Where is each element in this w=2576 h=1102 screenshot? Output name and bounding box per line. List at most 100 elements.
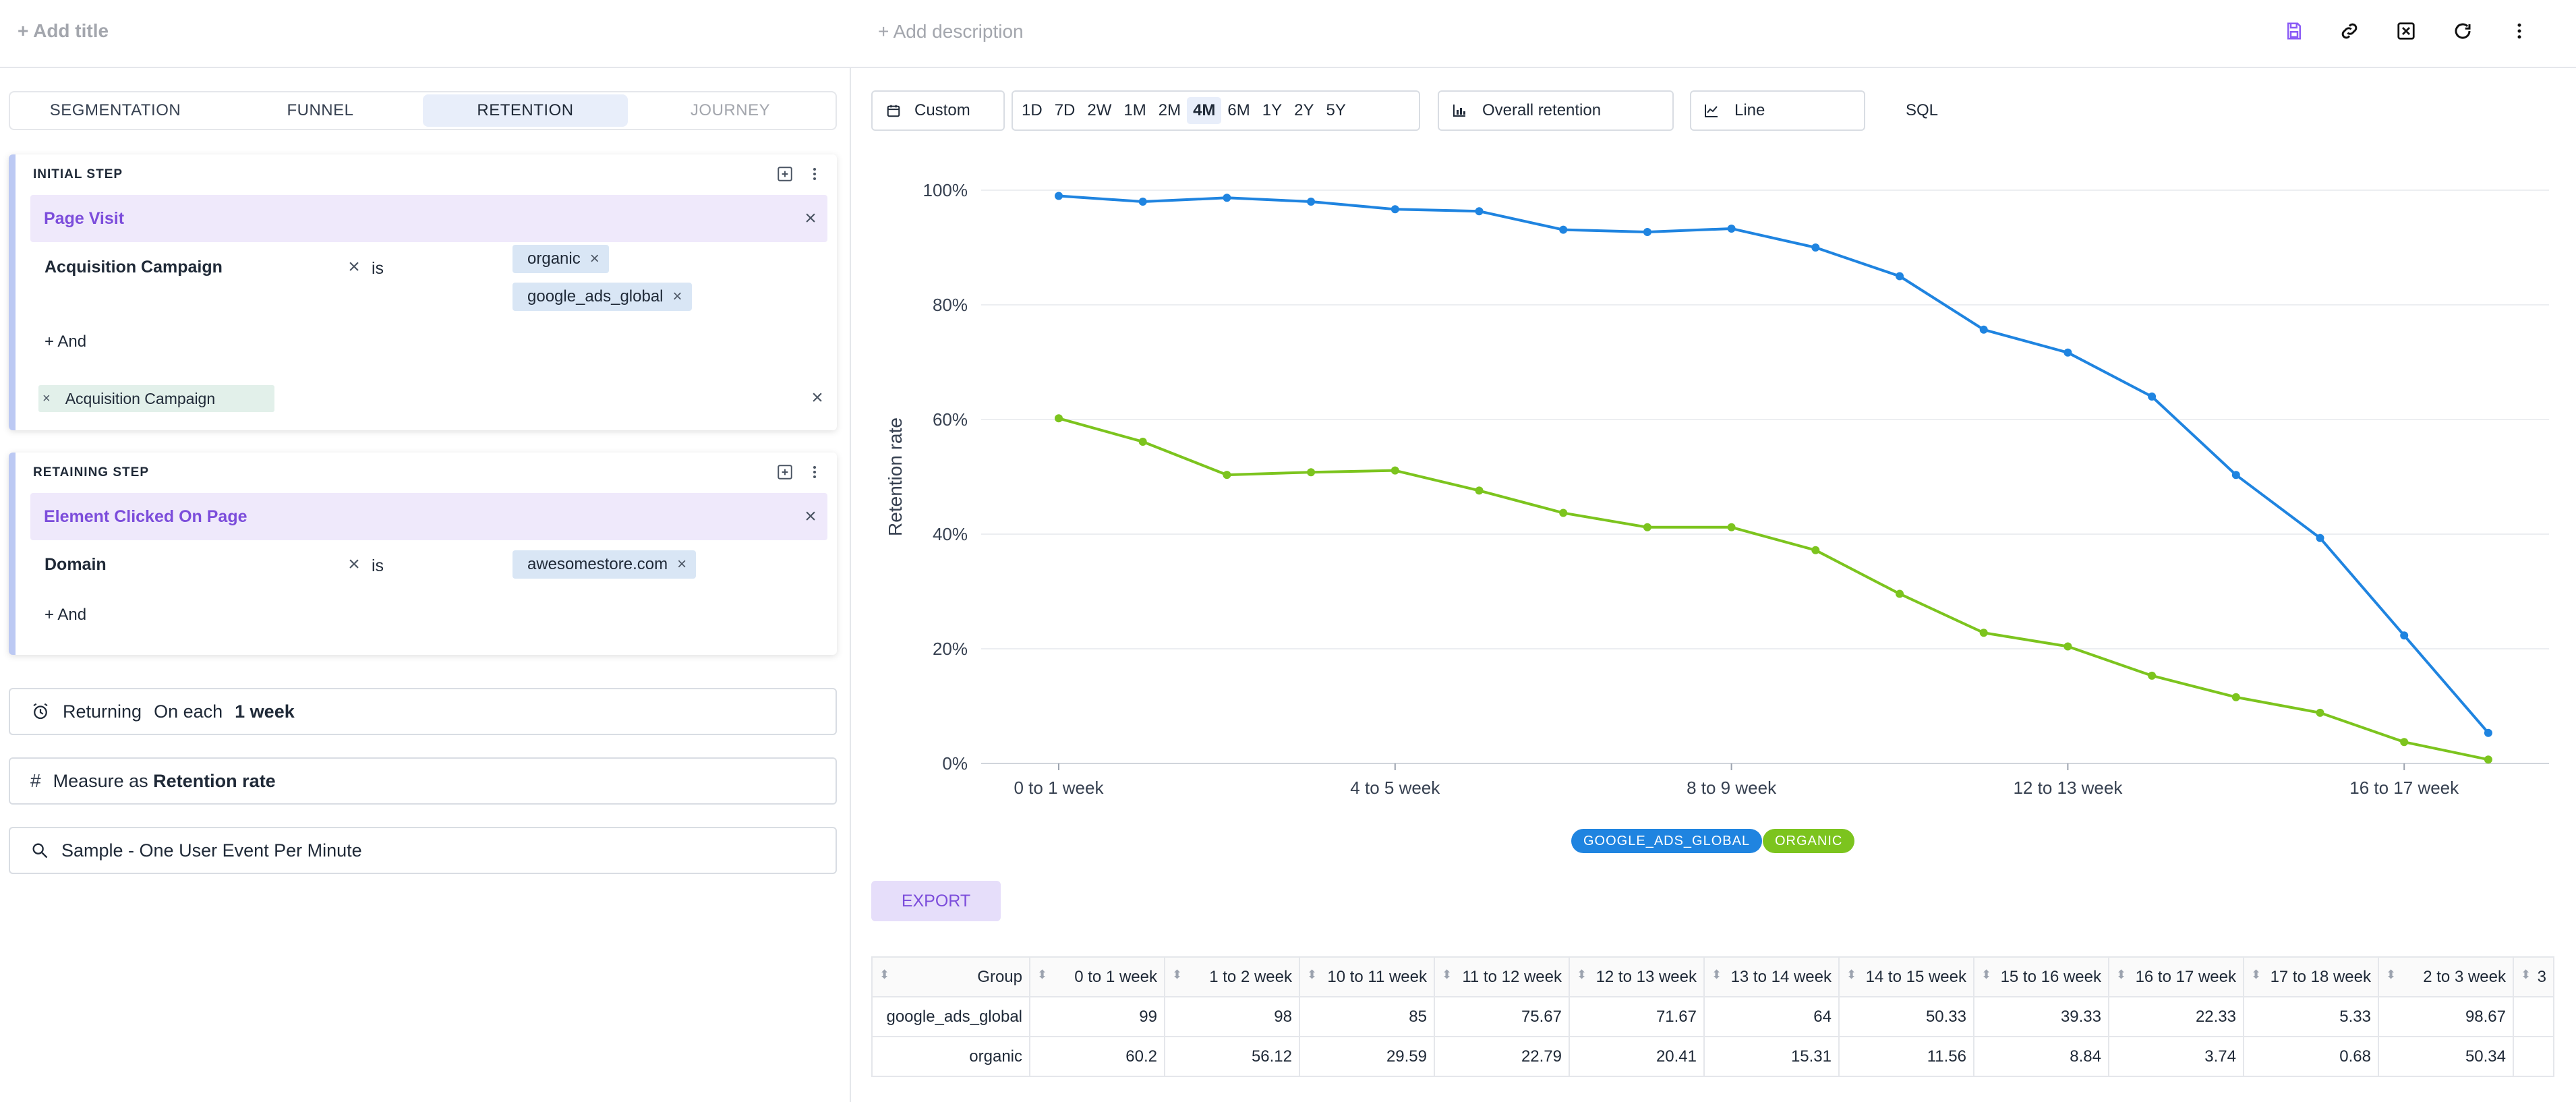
- sql-button[interactable]: SQL: [1906, 101, 1938, 120]
- data-point: [2400, 631, 2409, 640]
- column-header[interactable]: ⬍ 10 to 11 week: [1299, 956, 1435, 997]
- sort-icon[interactable]: ⬍: [1442, 968, 1452, 982]
- data-point: [2316, 533, 2324, 542]
- filter-property-name[interactable]: Acquisition Campaign: [45, 258, 223, 277]
- link-icon[interactable]: [2335, 16, 2364, 46]
- data-point: [1896, 272, 1904, 281]
- remove-chip-icon[interactable]: ×: [590, 250, 599, 268]
- remove-group-icon[interactable]: ×: [42, 391, 51, 407]
- data-point: [1475, 486, 1484, 495]
- column-header[interactable]: ⬍ 0 to 1 week: [1029, 956, 1165, 997]
- table-cell: 11.56: [1838, 1036, 1974, 1077]
- add-box-icon[interactable]: [773, 461, 796, 484]
- sort-icon[interactable]: ⬍: [1846, 968, 1856, 982]
- filter-operator[interactable]: is: [372, 259, 384, 279]
- column-header[interactable]: ⬍ 14 to 15 week: [1838, 956, 1974, 997]
- returning-setting[interactable]: Returning On each 1 week: [9, 688, 837, 735]
- chart-type-selector[interactable]: Line: [1690, 90, 1865, 131]
- remove-event-icon[interactable]: ×: [800, 506, 821, 527]
- table-cell: 75.67: [1434, 996, 1570, 1037]
- range-6m[interactable]: 6M: [1221, 97, 1256, 124]
- column-header[interactable]: ⬍ 3: [2513, 956, 2554, 997]
- step-menu-icon[interactable]: [803, 163, 826, 185]
- remove-group-by-icon[interactable]: ×: [807, 388, 827, 408]
- initial-step-heading: INITIAL STEP: [33, 167, 123, 181]
- tab-segmentation[interactable]: SEGMENTATION: [13, 94, 218, 127]
- remove-chip-icon[interactable]: ×: [673, 287, 682, 306]
- search-icon: [32, 843, 48, 859]
- step-menu-icon[interactable]: [803, 461, 826, 484]
- column-header[interactable]: ⬍ 1 to 2 week: [1164, 956, 1300, 997]
- range-2y[interactable]: 2Y: [1288, 97, 1320, 124]
- more-vertical-icon[interactable]: [2505, 16, 2534, 46]
- legend-organic[interactable]: ORGANIC: [1763, 829, 1855, 853]
- sort-icon[interactable]: ⬍: [1307, 968, 1317, 982]
- initial-event-selector[interactable]: Page Visit ×: [30, 195, 827, 242]
- sort-icon[interactable]: ⬍: [1037, 968, 1047, 982]
- sort-icon[interactable]: ⬍: [2521, 968, 2531, 982]
- remove-filter-icon[interactable]: ×: [344, 554, 364, 575]
- table-cell: 22.33: [2108, 996, 2244, 1037]
- add-and-filter-button[interactable]: + And: [45, 606, 86, 625]
- tab-journey[interactable]: JOURNEY: [628, 94, 833, 127]
- range-1y[interactable]: 1Y: [1256, 97, 1288, 124]
- add-box-icon[interactable]: [773, 163, 796, 185]
- sort-icon[interactable]: ⬍: [1711, 968, 1722, 982]
- retaining-event-selector[interactable]: Element Clicked On Page ×: [30, 493, 827, 540]
- refresh-icon[interactable]: [2448, 16, 2478, 46]
- column-header[interactable]: ⬍ 2 to 3 week: [2378, 956, 2514, 997]
- close-box-icon[interactable]: [2391, 16, 2421, 46]
- sort-icon[interactable]: ⬍: [1172, 968, 1182, 982]
- table-cell: 29.59: [1299, 1036, 1435, 1077]
- save-icon[interactable]: [2279, 16, 2309, 46]
- table-cell: 3.74: [2108, 1036, 2244, 1077]
- add-description-link[interactable]: + Add description: [878, 21, 1024, 42]
- remove-filter-icon[interactable]: ×: [344, 257, 364, 277]
- data-point: [1643, 523, 1651, 531]
- column-header[interactable]: ⬍ 13 to 14 week: [1703, 956, 1840, 997]
- retaining-event-label: Element Clicked On Page: [44, 507, 247, 526]
- export-button[interactable]: EXPORT: [871, 881, 1001, 921]
- filter-value-chip: awesomestore.com ×: [513, 550, 697, 579]
- returning-mode[interactable]: On each: [154, 701, 223, 722]
- column-header[interactable]: ⬍ 17 to 18 week: [2243, 956, 2379, 997]
- tab-retention[interactable]: RETENTION: [423, 94, 628, 127]
- sort-icon[interactable]: ⬍: [1577, 968, 1587, 982]
- tab-funnel[interactable]: FUNNEL: [218, 94, 423, 127]
- filter-operator[interactable]: is: [372, 556, 384, 576]
- range-2m[interactable]: 2M: [1152, 97, 1187, 124]
- remove-chip-icon[interactable]: ×: [677, 555, 686, 574]
- column-header[interactable]: ⬍ 16 to 17 week: [2108, 956, 2244, 997]
- table-cell-group: google_ads_global: [871, 996, 1030, 1037]
- x-tick-label: 16 to 17 week: [2349, 778, 2459, 798]
- legend-google-ads-global[interactable]: GOOGLE_ADS_GLOBAL: [1571, 829, 1763, 853]
- data-point: [2400, 738, 2409, 747]
- sort-icon[interactable]: ⬍: [1981, 968, 1991, 982]
- column-header[interactable]: ⬍ 11 to 12 week: [1434, 956, 1570, 997]
- range-4m[interactable]: 4M: [1187, 97, 1222, 124]
- range-1d[interactable]: 1D: [1016, 97, 1049, 124]
- measure-value[interactable]: Retention rate: [153, 771, 276, 791]
- measure-setting[interactable]: # Measure as Retention rate: [9, 757, 837, 805]
- sample-setting[interactable]: Sample - One User Event Per Minute: [9, 827, 837, 874]
- returning-period[interactable]: 1 week: [235, 701, 295, 722]
- sort-icon[interactable]: ⬍: [2251, 968, 2261, 982]
- add-title-link[interactable]: + Add title: [18, 20, 109, 42]
- range-7d[interactable]: 7D: [1049, 97, 1082, 124]
- sort-icon[interactable]: ⬍: [2116, 968, 2126, 982]
- analysis-tabs: SEGMENTATION FUNNEL RETENTION JOURNEY: [9, 91, 837, 130]
- range-5y[interactable]: 5Y: [1320, 97, 1351, 124]
- add-and-filter-button[interactable]: + And: [45, 332, 86, 351]
- y-tick-label: 60%: [933, 409, 968, 430]
- data-point: [1307, 198, 1316, 206]
- range-1m[interactable]: 1M: [1117, 97, 1152, 124]
- remove-event-icon[interactable]: ×: [800, 208, 821, 229]
- date-preset-selector[interactable]: Custom: [871, 90, 1005, 131]
- metric-selector[interactable]: Overall retention: [1438, 90, 1674, 131]
- column-header-group[interactable]: ⬍ Group: [871, 956, 1030, 997]
- sort-icon[interactable]: ⬍: [2386, 968, 2396, 982]
- filter-property-name[interactable]: Domain: [45, 555, 107, 575]
- column-header[interactable]: ⬍ 15 to 16 week: [1973, 956, 2109, 997]
- column-header[interactable]: ⬍ 12 to 13 week: [1569, 956, 1705, 997]
- range-2w[interactable]: 2W: [1081, 97, 1117, 124]
